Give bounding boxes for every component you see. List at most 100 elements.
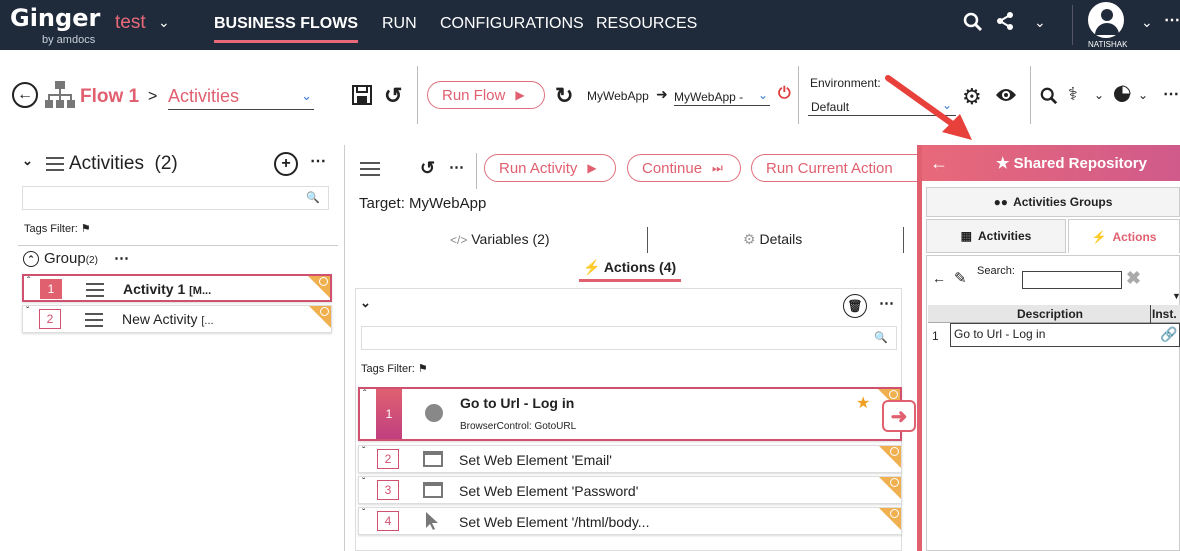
more-icon[interactable]: ⋯ (1163, 84, 1179, 104)
app-label: MyWebApp (587, 89, 649, 103)
globe-icon (425, 404, 443, 422)
back-arrow-icon[interactable]: ← (930, 153, 948, 174)
status-icon (890, 478, 899, 487)
tag-icon: ⚑ (80, 223, 91, 235)
divider (476, 153, 477, 189)
expand-icon[interactable]: ˇ (362, 508, 365, 519)
divider (903, 227, 904, 253)
search-label: Search: (977, 265, 1015, 277)
scroll-down-icon[interactable]: ▼ (1172, 291, 1180, 301)
chevron-down-icon[interactable]: ⌄ (1138, 88, 1148, 102)
eye-icon[interactable] (995, 87, 1017, 108)
more-icon[interactable]: ⋯ (449, 158, 464, 176)
more-icon[interactable]: ⋯ (114, 249, 129, 267)
environment-label: Environment: (810, 76, 881, 90)
activity-row[interactable]: ˇ 2 New Activity [... (22, 305, 332, 333)
run-activity-button[interactable]: Run Activity ▶ (484, 154, 616, 182)
row-number: 1 (932, 329, 939, 343)
tab-business-flows[interactable]: BUSINESS FLOWS (214, 15, 359, 43)
share-icon[interactable] (996, 12, 1014, 35)
tab-run[interactable]: RUN (382, 15, 417, 33)
tab-configurations[interactable]: CONFIGURATIONS (440, 15, 584, 33)
power-icon[interactable]: ⏻ (778, 85, 791, 103)
pie-chart-icon[interactable] (1113, 85, 1131, 108)
drag-handle-icon[interactable] (86, 283, 104, 297)
add-activity-button[interactable]: + (274, 152, 298, 176)
column-inst[interactable]: Inst. (1152, 307, 1177, 321)
chevron-down-icon: ⌄ (301, 88, 312, 103)
chevron-down-icon[interactable]: ⌄ (1034, 14, 1046, 31)
expand-icon[interactable]: ˇ (362, 446, 365, 457)
search-input[interactable] (1022, 271, 1122, 289)
column-description[interactable]: Description (950, 307, 1150, 321)
tab-resources[interactable]: RESOURCES (596, 15, 697, 33)
continue-button[interactable]: Continue ⏭ (627, 154, 741, 182)
tag-icon: ⚑ (417, 363, 428, 375)
avatar[interactable] (1088, 2, 1124, 38)
chevron-down-icon[interactable]: ⌄ (1094, 88, 1104, 102)
search-input[interactable]: 🔍 (361, 326, 897, 350)
group-collapse-icon[interactable]: ⌃ (23, 251, 39, 267)
group-count: (2) (85, 255, 98, 266)
more-icon[interactable]: ⋯ (1164, 10, 1180, 30)
status-icon (890, 447, 899, 456)
table-icon: ▦ (960, 229, 972, 243)
save-icon[interactable] (352, 85, 372, 110)
group-name: Group(2) (44, 250, 98, 267)
tab-activities[interactable]: ▦ Activities (926, 219, 1066, 253)
tab-variables[interactable]: </> Variables (2) (450, 231, 550, 247)
status-icon (319, 277, 328, 286)
divider (1072, 5, 1073, 45)
action-name: Set Web Element 'Email' (459, 452, 612, 468)
more-icon[interactable]: ⋯ (310, 151, 326, 171)
action-row[interactable]: ˇ 3 Set Web Element 'Password' (358, 476, 902, 504)
add-to-repository-arrow-icon[interactable]: ➜ (882, 400, 916, 432)
chevron-down-icon[interactable]: ⌄ (158, 14, 170, 31)
run-flow-label: Run Flow (442, 86, 506, 104)
chevron-down-icon[interactable]: ⌄ (1141, 14, 1153, 31)
run-flow-button[interactable]: Run Flow ▶ (427, 81, 545, 109)
search-icon[interactable] (963, 12, 983, 37)
star-icon[interactable]: ★ (856, 393, 870, 413)
tab-actions[interactable]: ⚡ Actions (1068, 219, 1180, 253)
solution-name[interactable]: test (115, 12, 146, 34)
active-tab-indicator (579, 279, 681, 282)
delete-icon[interactable]: 🗑 (843, 294, 867, 318)
tags-filter-label: Tags Filter: ⚑ (361, 363, 428, 375)
edit-icon[interactable]: ✎ (954, 269, 967, 287)
search-icon[interactable] (1040, 87, 1058, 110)
collapse-icon[interactable]: ⌄ (22, 153, 33, 169)
run-current-action-button[interactable]: Run Current Action (751, 154, 917, 182)
action-row[interactable]: ˆ 1 Go to Url - Log in BrowserControl: G… (358, 387, 902, 441)
clear-search-icon[interactable]: ✖ (1126, 268, 1141, 289)
back-arrow-icon[interactable]: ← (12, 82, 38, 108)
expand-icon[interactable]: ˆ (27, 276, 30, 287)
undo-icon[interactable]: ↺ (384, 83, 402, 109)
more-icon[interactable]: ⋯ (879, 294, 894, 312)
expand-icon[interactable]: ˇ (362, 477, 365, 488)
action-row[interactable]: ˇ 4 Set Web Element '/html/body... (358, 507, 902, 535)
expand-icon[interactable]: ˇ (26, 306, 29, 317)
activities-panel: ⌄ Activities (2) + ⋯ 🔍 Tags Filter: ⚑ ⌃ … (8, 145, 345, 551)
action-name: Set Web Element 'Password' (459, 483, 639, 499)
activities-title: Activities (2) (69, 153, 178, 174)
search-input[interactable]: 🔍 (22, 186, 329, 210)
collapse-icon[interactable]: ⌄ (360, 295, 371, 311)
link-icon[interactable]: 🔗 (1160, 326, 1177, 343)
undo-icon[interactable]: ↺ (420, 158, 435, 179)
stethoscope-icon[interactable]: ⚕ (1068, 84, 1078, 105)
tab-actions[interactable]: ⚡ Actions (4) (583, 259, 676, 276)
tab-details[interactable]: ⚙ Details (743, 231, 802, 248)
tab-activities-groups[interactable]: ●● Activities Groups (926, 187, 1180, 217)
section-select[interactable]: Activities ⌄ (168, 86, 314, 110)
activity-number: 1 (40, 279, 62, 299)
flow-name[interactable]: Flow 1 (80, 86, 139, 108)
drag-handle-icon[interactable] (85, 313, 103, 327)
refresh-icon[interactable]: ↻ (555, 83, 573, 109)
play-icon: ▶ (587, 161, 597, 175)
target-app-select[interactable]: MyWebApp - ⌄ (674, 88, 770, 106)
arrow-left-icon[interactable]: ← (932, 270, 946, 286)
activity-row[interactable]: ˆ 1 Activity 1 [M... (22, 274, 332, 302)
expand-icon[interactable]: ˆ (363, 389, 366, 400)
action-row[interactable]: ˇ 2 Set Web Element 'Email' (358, 445, 902, 473)
